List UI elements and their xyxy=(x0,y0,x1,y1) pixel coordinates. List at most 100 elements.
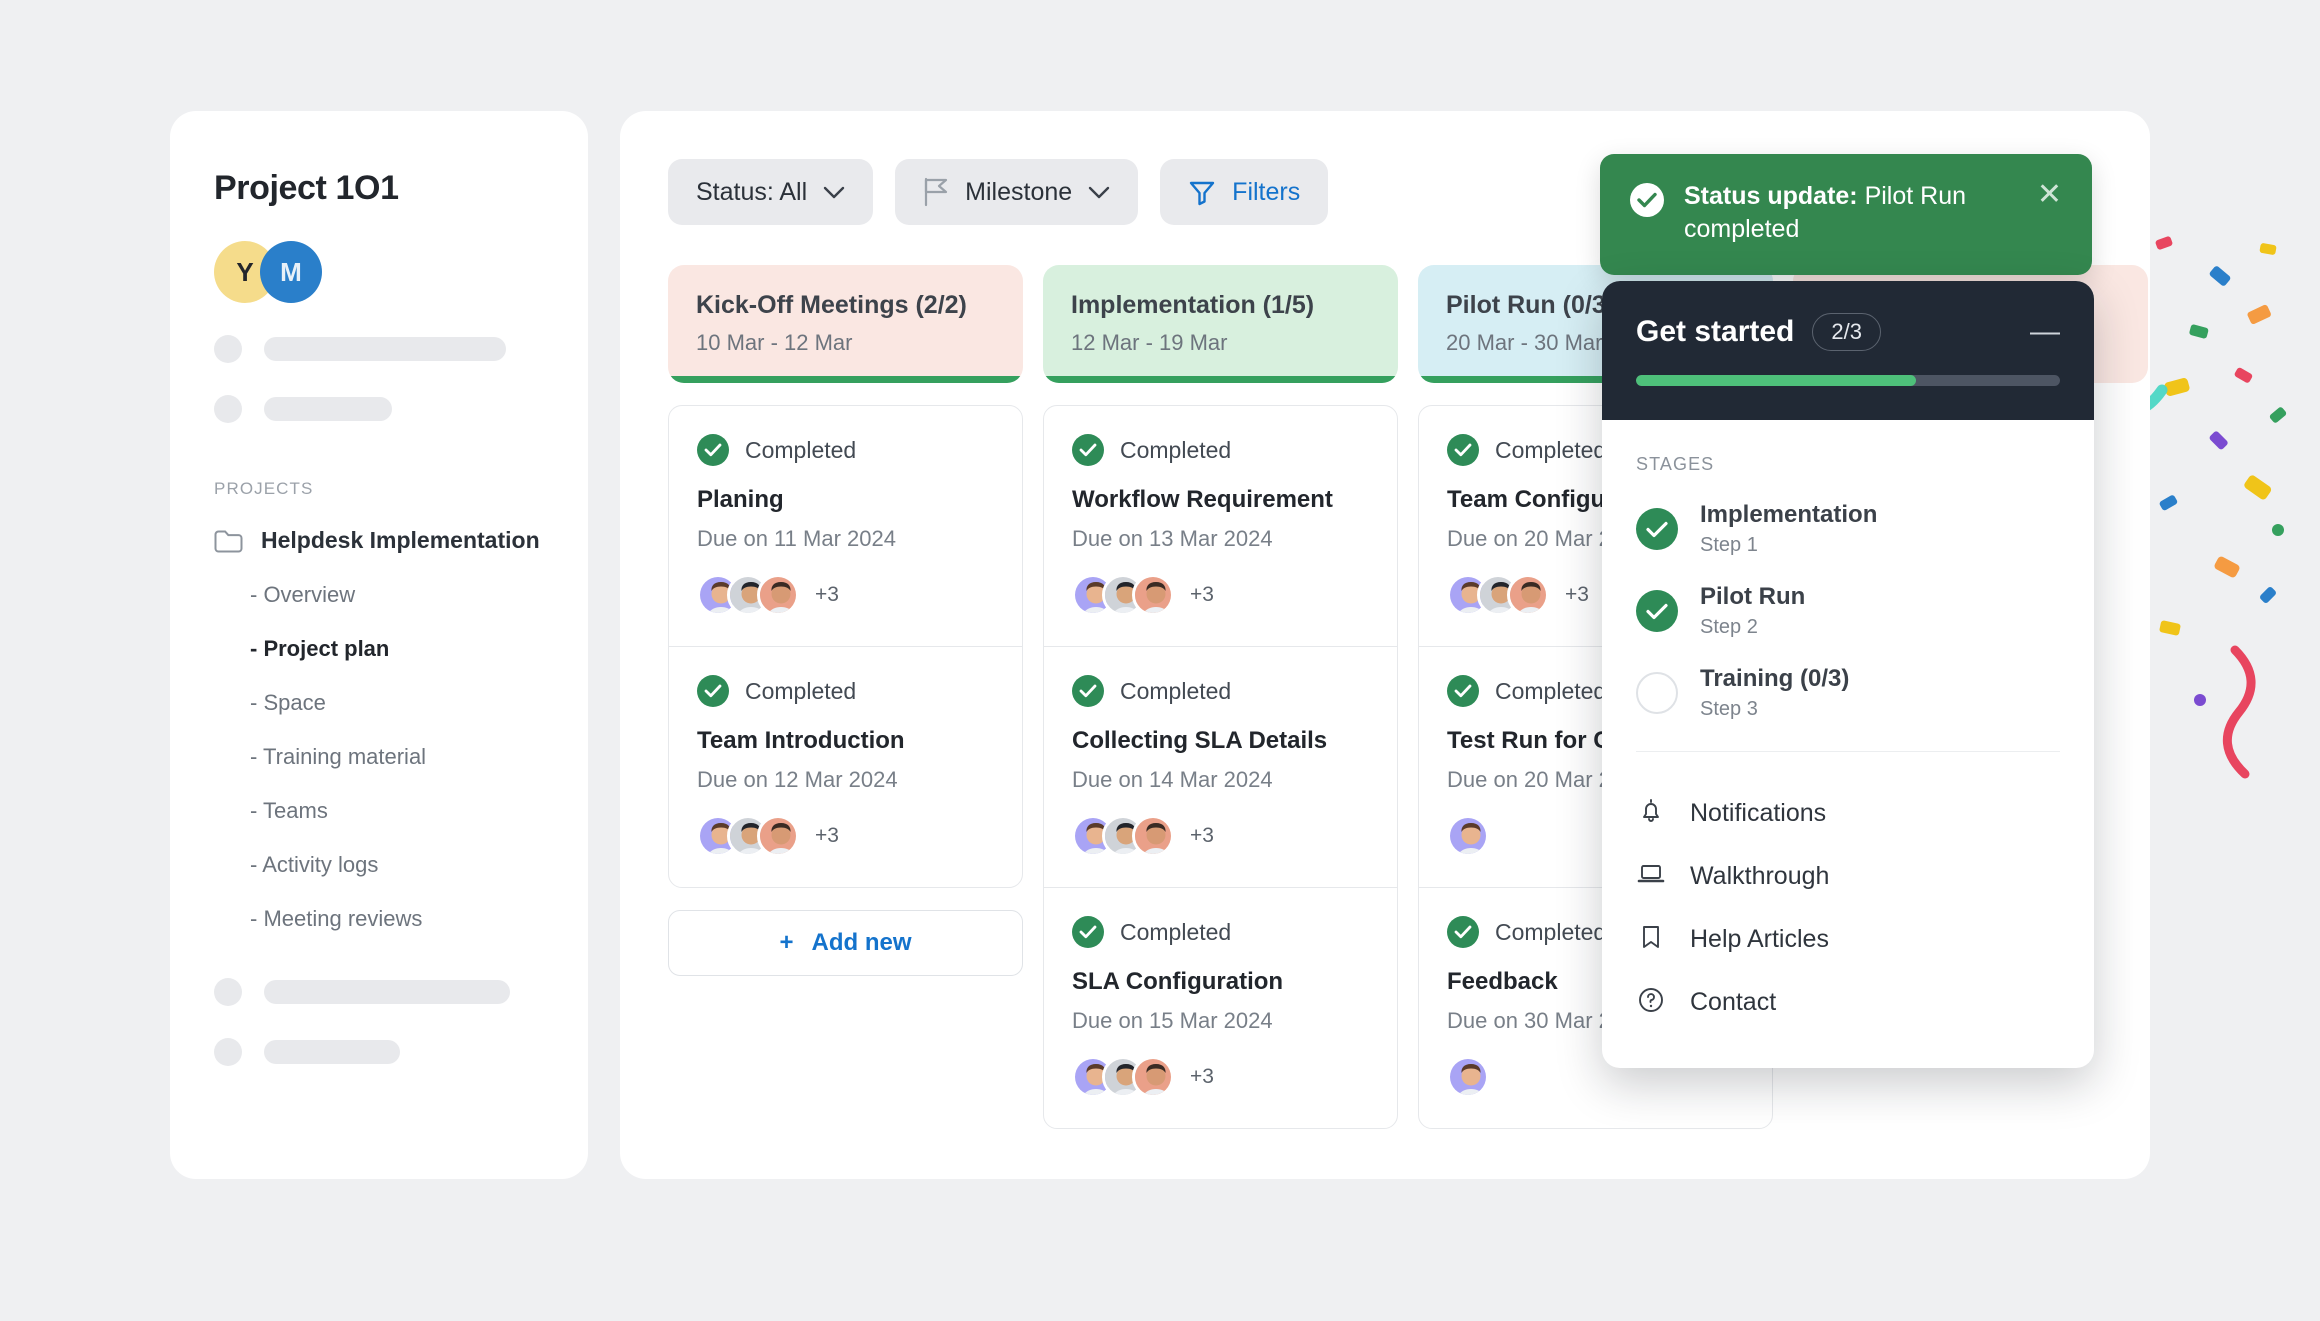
sidebar-item-project-plan[interactable]: - Project plan xyxy=(250,636,544,662)
check-glyph xyxy=(1646,521,1668,537)
avatar[interactable]: M xyxy=(260,241,322,303)
sidebar-panel: Project 1O1 Y M PROJECTS Helpdesk Implem… xyxy=(170,111,588,1179)
sidebar-item-training-material[interactable]: - Training material xyxy=(250,744,544,770)
avatar-illustration xyxy=(1450,818,1486,854)
progress-bar-track xyxy=(1636,375,2060,386)
check-glyph xyxy=(1454,925,1472,939)
minimize-icon[interactable]: — xyxy=(2030,317,2060,347)
stage-text: Implementation Step 1 xyxy=(1700,501,1877,557)
avatar-group: +3 xyxy=(1072,1056,1369,1098)
check-glyph xyxy=(1079,443,1097,457)
status-badge: Completed xyxy=(1072,916,1369,948)
avatar[interactable] xyxy=(1447,815,1489,857)
avatar-group: Y M xyxy=(214,241,544,303)
add-new-button[interactable]: + Add new xyxy=(668,910,1023,976)
avatar-overflow-count: +3 xyxy=(1565,583,1589,606)
task-card[interactable]: Completed SLA Configuration Due on 15 Mar … xyxy=(1044,888,1397,1128)
milestone-filter-label: Milestone xyxy=(965,177,1073,206)
toast-message-bold: Status update: xyxy=(1684,182,1858,210)
avatar-overflow-count: +3 xyxy=(815,583,839,606)
task-due-date: Due on 13 Mar 2024 xyxy=(1072,526,1273,551)
avatar-illustration xyxy=(760,818,796,854)
card-list: Completed Workflow Requirement Due on 13 M… xyxy=(1043,405,1398,1129)
check-glyph xyxy=(1454,443,1472,457)
stage-name: Training (0/3) xyxy=(1700,665,1850,692)
check-glyph xyxy=(1079,925,1097,939)
column-header[interactable]: Kick-Off Meetings (2/2) 10 Mar - 12 Mar xyxy=(668,265,1023,383)
status-badge: Completed xyxy=(1072,675,1369,707)
check-circle-icon xyxy=(1072,434,1104,466)
check-glyph xyxy=(1646,603,1668,619)
status-filter-button[interactable]: Status: All xyxy=(668,159,874,225)
task-card[interactable]: Completed Collecting SLA Details Due on 14… xyxy=(1044,647,1397,888)
menu-item-walkthrough[interactable]: Walkthrough xyxy=(1636,845,2060,908)
menu-item-label: Contact xyxy=(1690,988,1777,1016)
menu-item-help-articles[interactable]: Help Articles xyxy=(1636,908,2060,971)
avatar-illustration xyxy=(1135,818,1171,854)
check-glyph xyxy=(1637,192,1657,208)
get-started-title: Get started xyxy=(1636,315,1795,348)
avatar[interactable] xyxy=(1447,1056,1489,1098)
status-toast: Status update: Pilot Run completed ✕ xyxy=(1600,154,2092,275)
get-started-header-top: Get started 2/3 — xyxy=(1636,313,2060,351)
task-due-date: Due on 14 Mar 2024 xyxy=(1072,767,1273,792)
check-circle-icon xyxy=(697,434,729,466)
kanban-column: Implementation (1/5) 12 Mar - 19 Mar Compl… xyxy=(1043,265,1398,1129)
sidebar-item-activity-logs[interactable]: - Activity logs xyxy=(250,852,544,878)
avatar[interactable] xyxy=(1132,574,1174,616)
stage-text: Pilot Run Step 2 xyxy=(1700,583,1805,639)
skeleton-dot xyxy=(214,395,242,423)
stage-step: Step 2 xyxy=(1700,616,1758,638)
avatar[interactable] xyxy=(1132,1056,1174,1098)
avatar-overflow-count: +3 xyxy=(1190,824,1214,847)
task-card[interactable]: Completed Planing Due on 11 Mar 2024 +3 xyxy=(669,406,1022,647)
status-filter-label: Status: All xyxy=(696,177,808,206)
sidebar-item-overview[interactable]: - Overview xyxy=(250,582,544,608)
avatar[interactable] xyxy=(757,815,799,857)
stage-item[interactable]: Training (0/3) Step 3 xyxy=(1636,665,2060,721)
task-card[interactable]: Completed Workflow Requirement Due on 13 M… xyxy=(1044,406,1397,647)
stage-step: Step 3 xyxy=(1700,698,1758,720)
status-label: Completed xyxy=(1495,436,1607,463)
avatar-illustration xyxy=(1135,1059,1171,1095)
milestone-filter-button[interactable]: Milestone xyxy=(895,159,1139,225)
avatar[interactable] xyxy=(757,574,799,616)
check-circle-icon xyxy=(1636,508,1678,550)
menu-item-contact[interactable]: Contact xyxy=(1636,971,2060,1034)
stage-item[interactable]: Implementation Step 1 xyxy=(1636,501,2060,557)
stage-step: Step 1 xyxy=(1700,534,1758,556)
filters-button[interactable]: Filters xyxy=(1160,159,1329,225)
sidebar-skeleton-item xyxy=(214,978,544,1006)
menu-item-notifications[interactable]: Notifications xyxy=(1636,782,2060,845)
get-started-progress-count: 2/3 xyxy=(1812,313,1881,351)
sidebar-skeleton-item xyxy=(214,395,544,423)
check-circle-icon xyxy=(1447,434,1479,466)
avatar-overflow-count: +3 xyxy=(815,824,839,847)
sidebar-item-meeting-reviews[interactable]: - Meeting reviews xyxy=(250,906,544,932)
close-icon[interactable]: ✕ xyxy=(2037,180,2062,210)
filters-label: Filters xyxy=(1232,177,1301,206)
stage-name: Implementation xyxy=(1700,501,1878,528)
avatar[interactable] xyxy=(1507,574,1549,616)
check-circle-icon xyxy=(1636,590,1678,632)
stage-item[interactable]: Pilot Run Step 2 xyxy=(1636,583,2060,639)
sidebar-item-teams[interactable]: - Teams xyxy=(250,798,544,824)
card-list: Completed Planing Due on 11 Mar 2024 +3 Comp… xyxy=(668,405,1023,888)
sidebar-item-helpdesk-implementation[interactable]: Helpdesk Implementation xyxy=(214,527,544,554)
sidebar-item-space[interactable]: - Space xyxy=(250,690,544,716)
check-circle-icon xyxy=(1447,675,1479,707)
sidebar-item-label: Helpdesk Implementation xyxy=(261,527,540,553)
check-glyph xyxy=(704,443,722,457)
task-card[interactable]: Completed Team Introduction Due on 12 Mar … xyxy=(669,647,1022,887)
task-title: Collecting SLA Details xyxy=(1072,727,1328,754)
avatar-overflow-count: +3 xyxy=(1190,1065,1214,1088)
check-glyph xyxy=(1079,684,1097,698)
sidebar-nav-list: - Overview - Project plan - Space - Trainin… xyxy=(214,582,544,932)
column-progress-bar xyxy=(1043,376,1398,383)
skeleton-bar xyxy=(264,1040,400,1064)
status-label: Completed xyxy=(745,436,857,463)
column-header[interactable]: Implementation (1/5) 12 Mar - 19 Mar xyxy=(1043,265,1398,383)
avatar-group: +3 xyxy=(1072,815,1369,857)
avatar[interactable] xyxy=(1132,815,1174,857)
check-circle-icon xyxy=(1072,916,1104,948)
